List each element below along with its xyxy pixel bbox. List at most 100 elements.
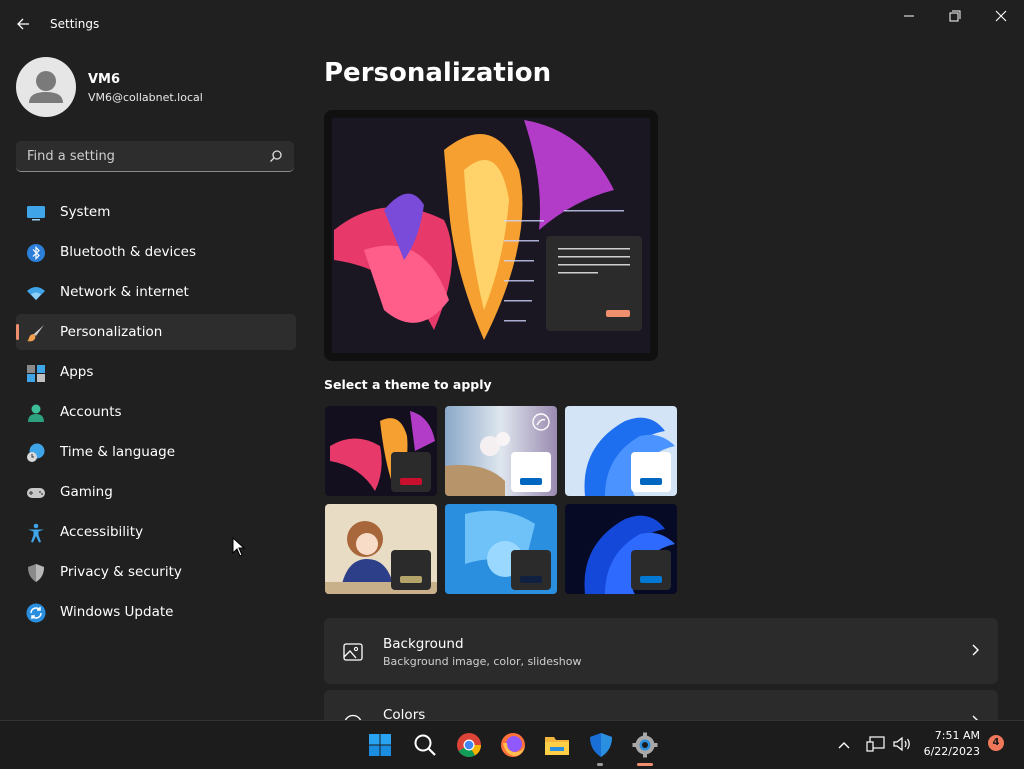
theme-option-windows-dark[interactable] [565, 504, 677, 594]
sidebar-item-system[interactable]: System [16, 194, 296, 230]
search-input[interactable] [16, 141, 267, 171]
clock-date[interactable]: 6/22/2023 [918, 745, 980, 758]
user-silhouette-icon [29, 71, 63, 103]
background-settings-card[interactable]: Background Background image, color, slid… [324, 618, 998, 684]
theme-accent-bar [640, 478, 662, 485]
theme-chip [511, 550, 551, 590]
window-title: Settings [50, 17, 100, 31]
person-icon [28, 404, 44, 422]
network-wired-icon[interactable] [866, 735, 886, 753]
sidebar-item-network[interactable]: Network & internet [16, 274, 296, 310]
sidebar-item-label: Accessibility [60, 524, 144, 540]
page-title: Personalization [324, 58, 552, 88]
minimize-icon [904, 15, 914, 17]
theme-chip [511, 452, 551, 492]
restore-icon [949, 10, 961, 22]
search-icon[interactable] [411, 731, 439, 759]
globe-clock-icon [27, 443, 45, 462]
back-button[interactable] [12, 12, 36, 36]
chevron-up-icon[interactable] [836, 737, 852, 753]
chevron-right-icon [972, 644, 979, 656]
spotlight-badge-icon [532, 413, 550, 431]
card-title: Colors [383, 707, 426, 720]
clock-time[interactable]: 7:51 AM [930, 729, 980, 742]
sidebar-item-accessibility[interactable]: Accessibility [16, 514, 296, 550]
theme-chip [391, 452, 431, 492]
theme-option-blue-abstract[interactable] [445, 504, 557, 594]
card-title: Background [383, 636, 464, 652]
sidebar-item-accounts[interactable]: Accounts [16, 394, 296, 430]
theme-accent-bar [520, 576, 542, 583]
sidebar-item-label: Personalization [60, 324, 163, 340]
search-box [16, 141, 294, 172]
wallpaper-preview-image [332, 118, 650, 353]
search-icon[interactable] [269, 149, 283, 163]
arrow-left-icon [17, 18, 29, 30]
close-button[interactable] [978, 4, 1024, 30]
sidebar-item-label: System [60, 204, 111, 220]
wifi-icon [27, 287, 45, 300]
theme-chip [391, 550, 431, 590]
image-icon [343, 643, 363, 661]
user-name: VM6 [88, 72, 121, 87]
card-subtitle: Background image, color, slideshow [383, 655, 582, 668]
shield-icon [28, 564, 44, 582]
sidebar-item-gaming[interactable]: Gaming [16, 474, 296, 510]
theme-grid [325, 406, 679, 596]
sidebar-item-label: Time & language [60, 444, 176, 460]
palette-icon [344, 714, 362, 720]
running-indicator [597, 763, 603, 766]
apps-icon [27, 365, 45, 382]
volume-icon[interactable] [892, 735, 912, 753]
sidebar-item-label: Network & internet [60, 284, 189, 300]
sidebar-item-windows-update[interactable]: Windows Update [16, 594, 296, 630]
mouse-cursor-icon [232, 537, 246, 557]
sidebar-item-bluetooth[interactable]: Bluetooth & devices [16, 234, 296, 270]
restore-button[interactable] [932, 4, 978, 30]
windows-start-icon[interactable] [366, 731, 394, 759]
theme-option-spotlight[interactable] [445, 406, 557, 496]
sidebar-item-label: Windows Update [60, 604, 174, 620]
title-bar: Settings [0, 0, 1024, 48]
update-icon [26, 603, 46, 623]
defender-icon[interactable] [587, 731, 615, 759]
theme-accent-bar [400, 576, 422, 583]
sidebar-item-label: Bluetooth & devices [60, 244, 197, 260]
theme-chip [631, 452, 671, 492]
sidebar-item-privacy[interactable]: Privacy & security [16, 554, 296, 590]
sidebar-nav: System Bluetooth & devices Network & int… [16, 194, 296, 634]
sidebar-item-personalization[interactable]: Personalization [16, 314, 296, 350]
sidebar-item-label: Apps [60, 364, 94, 380]
theme-option-anime[interactable] [325, 504, 437, 594]
taskbar: 7:51 AM 6/22/2023 4 [0, 720, 1024, 769]
gamepad-icon [27, 488, 45, 498]
theme-option-glow-dark[interactable] [325, 406, 437, 496]
close-icon [995, 10, 1007, 22]
theme-option-windows-light[interactable] [565, 406, 677, 496]
colors-settings-card[interactable]: Colors [324, 690, 998, 720]
sidebar-item-label: Accounts [60, 404, 122, 420]
notification-badge[interactable]: 4 [988, 735, 1004, 751]
active-indicator [637, 763, 653, 766]
chrome-icon[interactable] [455, 731, 483, 759]
file-explorer-icon[interactable] [543, 731, 571, 759]
firefox-icon[interactable] [499, 731, 527, 759]
theme-accent-bar [520, 478, 542, 485]
avatar[interactable] [16, 57, 76, 117]
sidebar-item-label: Gaming [60, 484, 113, 500]
minimize-button[interactable] [886, 4, 932, 30]
paintbrush-icon [27, 325, 44, 342]
bluetooth-icon [27, 244, 45, 262]
monitor-icon [27, 206, 45, 221]
sidebar-item-time-language[interactable]: Time & language [16, 434, 296, 470]
theme-chip [631, 550, 671, 590]
settings-icon[interactable] [631, 731, 659, 759]
theme-accent-bar [640, 576, 662, 583]
theme-preview [324, 110, 658, 361]
accessibility-icon [28, 523, 44, 543]
sidebar-item-label: Privacy & security [60, 564, 182, 580]
user-email: VM6@collabnet.local [88, 91, 203, 104]
sidebar-item-apps[interactable]: Apps [16, 354, 296, 390]
theme-accent-bar [400, 478, 422, 485]
themes-section-label: Select a theme to apply [324, 377, 492, 392]
